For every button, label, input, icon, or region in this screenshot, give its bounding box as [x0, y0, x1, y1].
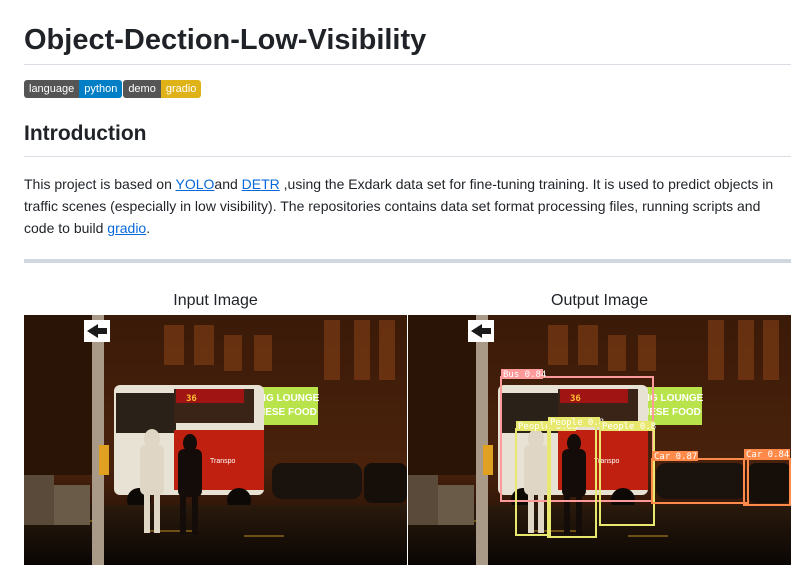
bus-operator: Transpo: [210, 458, 236, 465]
badge-demo-key: demo: [123, 80, 161, 98]
sign-line-2: NESE FOOD: [258, 407, 317, 418]
badge-language[interactable]: language python: [24, 80, 123, 98]
detection-person-3-label: People 0.8: [602, 422, 656, 432]
badge-language-key: language: [24, 80, 80, 98]
gradio-link[interactable]: gradio: [107, 220, 146, 236]
bus-operator-output: Transpo: [594, 458, 620, 465]
detection-person-2-label: People 0.8: [550, 418, 604, 428]
output-image-label: Output Image: [551, 292, 648, 309]
detection-car-2-label: Car 0.84: [746, 450, 789, 460]
badge-demo[interactable]: demo gradio: [123, 80, 202, 98]
image-comparison: Input Image Output Image ING LOUNGE NESE…: [24, 288, 791, 576]
badge-demo-value: gradio: [160, 80, 202, 98]
readme-content: Object-Dection-Low-Visibility language p…: [24, 0, 791, 263]
intro-text-2: and: [214, 176, 242, 192]
intro-text-4: .: [146, 220, 151, 236]
bus-route-number-output: 36: [570, 394, 581, 404]
intro-paragraph: This project is based on YOLOand DETR ,u…: [24, 173, 791, 239]
sign-line-2-output: NESE FOOD: [642, 407, 701, 418]
section-divider: [24, 259, 791, 263]
badge-row: language python demo gradio: [24, 80, 791, 100]
sign-line-1-output: ING LOUNGE: [640, 393, 704, 404]
detr-link[interactable]: DETR: [242, 176, 280, 192]
detection-bus-label: Bus 0.84: [503, 370, 546, 380]
sign-line-1: ING LOUNGE: [256, 393, 320, 404]
section-heading-introduction: Introduction: [24, 120, 791, 157]
detection-car-1-label: Car 0.87: [654, 452, 697, 462]
page-title: Object-Dection-Low-Visibility: [24, 0, 791, 65]
intro-text-1: This project is based on: [24, 176, 176, 192]
input-image: ING LOUNGE NESE FOOD 36 Transpo: [24, 315, 407, 565]
input-image-label: Input Image: [173, 292, 258, 309]
output-image: ING LOUNGE NESE FOOD 36 Transpo Bus 0.84…: [408, 315, 791, 565]
bus-route-number: 36: [186, 394, 197, 404]
badge-language-value: python: [79, 80, 123, 98]
yolo-link[interactable]: YOLO: [176, 176, 215, 192]
